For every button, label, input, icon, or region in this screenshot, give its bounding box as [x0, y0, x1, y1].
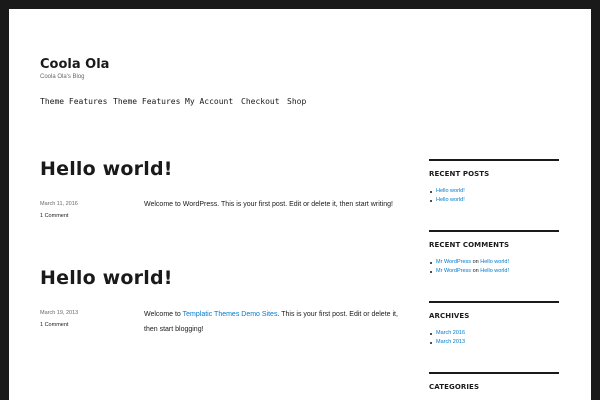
comment-post-link[interactable]: Hello world!	[480, 268, 509, 274]
widget-title: CATEGORIES	[429, 383, 480, 391]
post-title[interactable]: Hello world!	[40, 158, 173, 180]
comment-author-link[interactable]: Mr WordPress	[436, 268, 471, 274]
archive-link[interactable]: March 2013	[436, 339, 465, 345]
site-description: Coola Ola's Blog	[40, 74, 85, 80]
comment-author-link[interactable]: Mr WordPress	[436, 259, 471, 265]
post-body-text: Welcome to WordPress. This is your first…	[144, 201, 393, 208]
site-title[interactable]: Coola Ola	[40, 57, 109, 72]
post-comments-link[interactable]: 1 Comment	[40, 322, 68, 328]
widget-recent-posts: RECENT POSTS Hello world! Hello world!	[429, 159, 559, 205]
widget-archives: ARCHIVES March 2016 March 2013	[429, 301, 559, 347]
list-item: Mr WordPress on Hello world!	[429, 258, 559, 267]
demo-sites-link[interactable]: Templatic Themes Demo Sites	[183, 311, 278, 318]
recent-post-link[interactable]: Hello world!	[436, 197, 465, 203]
post-content: Welcome to Templatic Themes Demo Sites. …	[144, 307, 404, 337]
list-item: March 2016	[429, 329, 559, 338]
list-item: March 2013	[429, 338, 559, 347]
archive-link[interactable]: March 2016	[436, 330, 465, 336]
comment-on-text: on	[472, 268, 479, 274]
post-content: Welcome to WordPress. This is your first…	[144, 197, 404, 212]
post-title[interactable]: Hello world!	[40, 267, 173, 289]
widget-recent-comments: RECENT COMMENTS Mr WordPress on Hello wo…	[429, 230, 559, 276]
list-item: Hello world!	[429, 187, 559, 196]
nav-item-shop[interactable]: Shop	[287, 97, 306, 106]
nav-item-theme-features-2[interactable]: Theme Features	[113, 97, 180, 106]
comment-on-text: on	[472, 259, 479, 265]
post-date[interactable]: March 11, 2016	[40, 201, 78, 207]
widget-title: RECENT COMMENTS	[429, 241, 510, 249]
nav-item-theme-features-1[interactable]: Theme Features	[40, 97, 107, 106]
post-body-text: Welcome to	[144, 311, 183, 318]
list-item: Mr WordPress on Hello world!	[429, 267, 559, 276]
widget-title: ARCHIVES	[429, 312, 470, 320]
post-date[interactable]: March 19, 2013	[40, 310, 78, 316]
comment-post-link[interactable]: Hello world!	[480, 259, 509, 265]
nav-item-checkout[interactable]: Checkout	[241, 97, 280, 106]
recent-post-link[interactable]: Hello world!	[436, 188, 465, 194]
nav-item-my-account[interactable]: My Account	[185, 97, 233, 106]
widget-categories: CATEGORIES	[429, 372, 559, 391]
widget-title: RECENT POSTS	[429, 170, 490, 178]
list-item: Hello world!	[429, 196, 559, 205]
page: Coola Ola Coola Ola's Blog Theme Feature…	[9, 9, 591, 400]
post-comments-link[interactable]: 1 Comment	[40, 213, 68, 219]
